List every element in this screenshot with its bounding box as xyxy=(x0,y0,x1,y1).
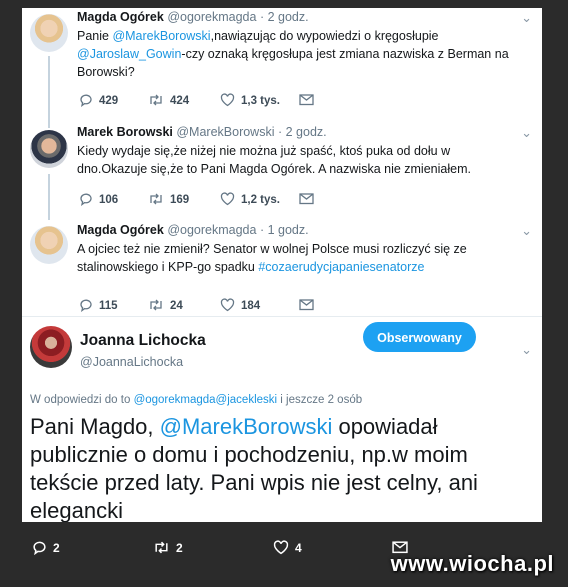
tweet-borowski[interactable]: Marek Borowski @MarekBorowski · 2 godz. … xyxy=(22,120,542,220)
mention-link[interactable]: @MarekBorowski xyxy=(112,29,210,43)
reply-count: 115 xyxy=(99,300,118,312)
reply-button[interactable]: 106 xyxy=(79,192,119,207)
author-name[interactable]: Joanna Lichocka xyxy=(80,332,206,350)
chevron-down-icon[interactable]: ⌄ xyxy=(521,125,532,141)
retweet-icon xyxy=(150,193,162,205)
retweet-count: 2 xyxy=(176,541,183,555)
like-button[interactable]: 1,2 tys. xyxy=(220,192,280,206)
hashtag-link[interactable]: #cozaerudycjapaniesenatorze xyxy=(258,260,424,274)
mention-link[interactable]: @Jaroslaw_Gowin xyxy=(77,47,181,61)
like-count: 184 xyxy=(241,300,261,312)
heart-icon xyxy=(273,540,289,555)
author-name[interactable]: Magda Ogórek xyxy=(77,223,164,237)
reply-count: 429 xyxy=(99,95,119,107)
like-button[interactable]: 184 xyxy=(220,298,260,312)
heart-icon xyxy=(220,93,235,107)
retweet-button[interactable]: 24 xyxy=(148,298,183,312)
mention-link[interactable]: @MarekBorowski xyxy=(160,414,333,439)
author-handle[interactable]: @ogorekmagda xyxy=(167,10,256,24)
like-count: 1,3 tys. xyxy=(241,95,280,107)
reply-context: W odpowiedzi do to @ogorekmagda@jacekles… xyxy=(30,394,362,406)
retweet-count: 169 xyxy=(170,194,190,206)
retweet-button[interactable]: 424 xyxy=(148,93,189,107)
reply-count: 2 xyxy=(53,541,60,555)
avatar[interactable] xyxy=(30,130,68,168)
like-count: 1,2 tys. xyxy=(241,194,280,206)
author-name[interactable]: Magda Ogórek xyxy=(77,10,164,24)
text-segment: Panie xyxy=(77,29,113,43)
tweet-text: Panie @MarekBorowski,nawiązując do wypow… xyxy=(77,27,517,81)
reply-count: 106 xyxy=(99,194,119,206)
text-segment: ,nawiązując do wypowiedzi o kręgosłupie xyxy=(210,29,439,43)
tweet-time[interactable]: · 2 godz. xyxy=(278,125,327,139)
chevron-down-icon[interactable]: ⌄ xyxy=(521,342,532,358)
reply-icon xyxy=(33,541,46,556)
author-name[interactable]: Marek Borowski xyxy=(77,125,173,139)
mention-link[interactable]: @ogorekmagda@jacekleski xyxy=(134,394,278,406)
direct-message-button[interactable] xyxy=(299,298,320,311)
retweet-button[interactable]: 169 xyxy=(148,192,189,206)
tweet-header: Magda Ogórek @ogorekmagda · 2 godz. xyxy=(77,10,309,24)
heart-icon xyxy=(220,192,235,206)
avatar[interactable] xyxy=(30,14,68,52)
reply-button[interactable]: 2 xyxy=(32,540,60,556)
tweet-ogorek-2[interactable]: Magda Ogórek @ogorekmagda · 1 godz. ⌄ A … xyxy=(22,218,542,318)
reply-icon xyxy=(80,94,92,108)
watermark: www.wiocha.pl xyxy=(390,551,554,576)
like-button[interactable]: 4 xyxy=(273,540,302,555)
tweet-text: Kiedy wydaje się,że niżej nie można już … xyxy=(77,144,471,176)
tweet-text: A ojciec też nie zmienił? Senator w woln… xyxy=(77,240,517,276)
author-handle[interactable]: @MarekBorowski xyxy=(176,125,274,139)
envelope-icon xyxy=(299,193,314,205)
text-segment: Pani Magdo, xyxy=(30,414,160,439)
retweet-icon xyxy=(155,541,168,554)
avatar[interactable] xyxy=(30,226,68,264)
tweet-text: Pani Magdo, @MarekBorowski opowiadał pub… xyxy=(30,413,530,522)
like-count: 4 xyxy=(295,541,302,555)
tweet-ogorek-1[interactable]: Magda Ogórek @ogorekmagda · 2 godz. ⌄ Pa… xyxy=(22,8,542,116)
author-handle[interactable]: @JoannaLichocka xyxy=(80,355,183,369)
retweet-count: 24 xyxy=(170,300,183,312)
envelope-icon xyxy=(299,299,314,311)
direct-message-button[interactable] xyxy=(299,93,320,106)
reply-icon xyxy=(80,299,92,313)
heart-icon xyxy=(220,298,235,312)
envelope-icon xyxy=(299,94,314,106)
avatar[interactable] xyxy=(30,326,72,368)
retweet-count: 424 xyxy=(170,95,190,107)
tweet-time[interactable]: · 1 godz. xyxy=(260,223,309,237)
chevron-down-icon[interactable]: ⌄ xyxy=(521,223,532,239)
retweet-icon xyxy=(150,94,162,106)
reply-button[interactable]: 429 xyxy=(79,93,119,108)
reply-suffix: i jeszcze 2 osób xyxy=(277,394,363,406)
author-handle[interactable]: @ogorekmagda xyxy=(167,223,256,237)
like-button[interactable]: 1,3 tys. xyxy=(220,93,280,107)
conversation-card: Magda Ogórek @ogorekmagda · 2 godz. ⌄ Pa… xyxy=(22,8,542,522)
chevron-down-icon[interactable]: ⌄ xyxy=(521,10,532,26)
tweet-header: Marek Borowski @MarekBorowski · 2 godz. xyxy=(77,125,327,139)
retweet-button[interactable]: 2 xyxy=(153,540,183,555)
follow-button[interactable]: Obserwowany xyxy=(363,322,476,352)
reply-button[interactable]: 115 xyxy=(79,298,118,313)
reply-prefix: W odpowiedzi do to xyxy=(30,394,134,406)
reply-icon xyxy=(80,193,92,207)
retweet-icon xyxy=(150,299,162,311)
tweet-time[interactable]: · 2 godz. xyxy=(260,10,309,24)
direct-message-button[interactable] xyxy=(299,192,320,205)
tweet-header: Magda Ogórek @ogorekmagda · 1 godz. xyxy=(77,223,309,237)
